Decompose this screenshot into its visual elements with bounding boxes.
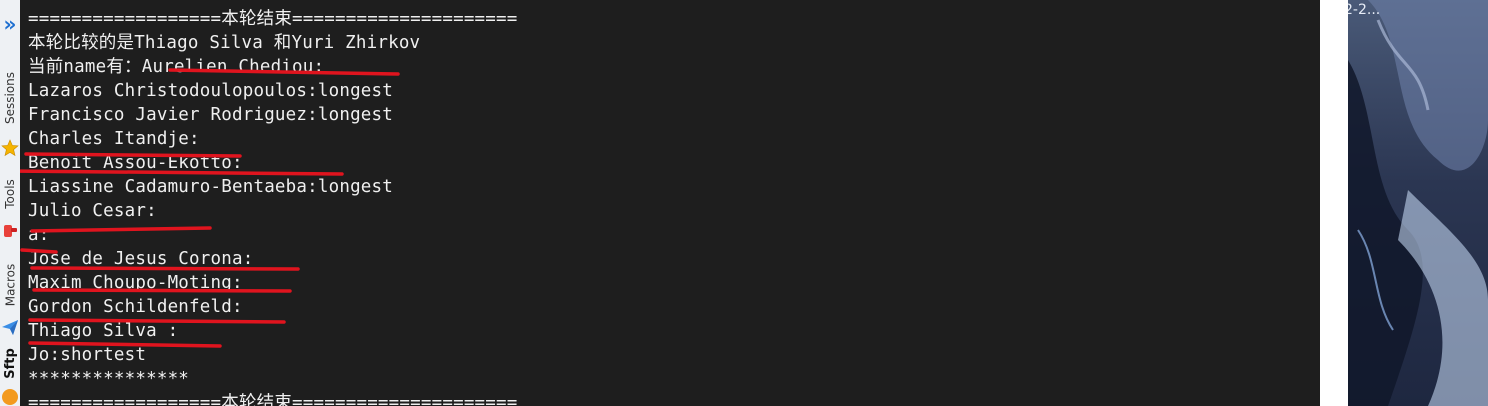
tools-icon — [4, 225, 17, 237]
terminal-line: *************** — [28, 369, 190, 389]
paper-plane-icon — [2, 320, 18, 335]
anime-artwork-image — [1348, 0, 1488, 406]
terminal-line: 本轮比较的是Thiago Silva 和Yuri Zhirkov — [28, 33, 421, 53]
window-gap — [1320, 0, 1348, 406]
terminal-line: Gordon Schildenfeld: — [28, 297, 243, 317]
terminal-line: 当前name有：Aurelien Chediou: — [28, 57, 325, 77]
star-icon — [1, 139, 19, 157]
terminal-line: Jose de Jesus Corona: — [28, 249, 254, 269]
side-toolbar: » Sessions Tools Macros Sftp — [0, 0, 21, 406]
terminal-line: ==================本轮结束==================… — [28, 9, 518, 29]
sftp-icon — [2, 389, 18, 405]
sidebar-tab-sftp[interactable]: Sftp — [0, 344, 20, 382]
terminal-line: Maxim Choupo-Moting: — [28, 273, 243, 293]
terminal-output[interactable]: ==================本轮结束==================… — [20, 0, 1320, 406]
artwork-caption: 2-2... — [1348, 2, 1381, 18]
terminal-line: Liassine Cadamuro-Bentaeba:longest — [28, 177, 394, 197]
sidebar-tab-macros[interactable]: Macros — [0, 252, 20, 318]
sidebar-label-macros: Macros — [3, 263, 18, 307]
sidebar-label-tools: Tools — [3, 179, 17, 209]
terminal-line: Jo:shortest — [28, 345, 147, 365]
sidebar-tab-sessions[interactable]: Sessions — [0, 62, 20, 134]
sidebar-label-sessions: Sessions — [3, 71, 18, 125]
double-chevron-right-icon[interactable]: » — [0, 14, 20, 36]
sidebar-tab-tools[interactable]: Tools — [0, 170, 20, 218]
terminal-line: a: — [28, 225, 50, 245]
terminal-line: Lazaros Christodoulopoulos:longest — [28, 81, 394, 101]
terminal-line: Benoit Assou-Ekotto: — [28, 153, 243, 173]
terminal-line: Julio Cesar: — [28, 201, 157, 221]
terminal-line: Thiago Silva : — [28, 321, 179, 341]
terminal-lines: ==================本轮结束==================… — [28, 7, 518, 406]
background-artwork: 2-2... — [1348, 0, 1488, 406]
terminal-line: Francisco Javier Rodriguez:longest — [28, 105, 394, 125]
terminal-line: Charles Itandje: — [28, 129, 200, 149]
terminal-line: ==================本轮结束==================… — [28, 393, 518, 406]
sidebar-label-sftp: Sftp — [2, 347, 18, 379]
